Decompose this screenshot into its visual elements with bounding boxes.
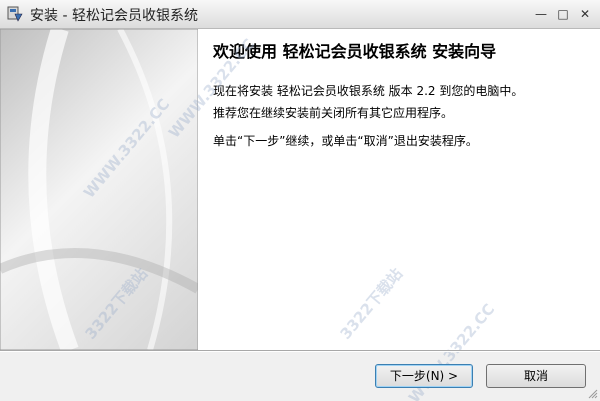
window-title: 安装 - 轻松记会员收银系统 xyxy=(30,8,198,24)
minimize-button[interactable]: — xyxy=(532,6,550,22)
button-separator xyxy=(0,350,600,352)
close-button[interactable]: ✕ xyxy=(576,6,594,22)
instruction-text: 单击“下一步”继续，或单击“取消”退出安装程序。 xyxy=(213,134,478,148)
title-bar[interactable]: 安装 - 轻松记会员收银系统 — □ ✕ xyxy=(0,0,600,29)
close-apps-text: 推荐您在继续安装前关闭所有其它应用程序。 xyxy=(213,106,454,120)
installer-window: 安装 - 轻松记会员收银系统 — □ ✕ 欢迎使用 轻松记会员收银系统 安装向导… xyxy=(0,0,600,401)
resize-grip-icon[interactable] xyxy=(588,389,598,399)
cancel-button[interactable]: 取消 xyxy=(486,364,586,388)
install-info-text: 现在将安装 轻松记会员收银系统 版本 2.2 到您的电脑中。 xyxy=(213,84,524,98)
welcome-panel: 欢迎使用 轻松记会员收银系统 安装向导 现在将安装 轻松记会员收银系统 版本 2… xyxy=(198,29,600,350)
maximize-button[interactable]: □ xyxy=(554,6,572,22)
installer-app-icon xyxy=(7,6,23,22)
next-button[interactable]: 下一步(N) > xyxy=(375,364,473,388)
